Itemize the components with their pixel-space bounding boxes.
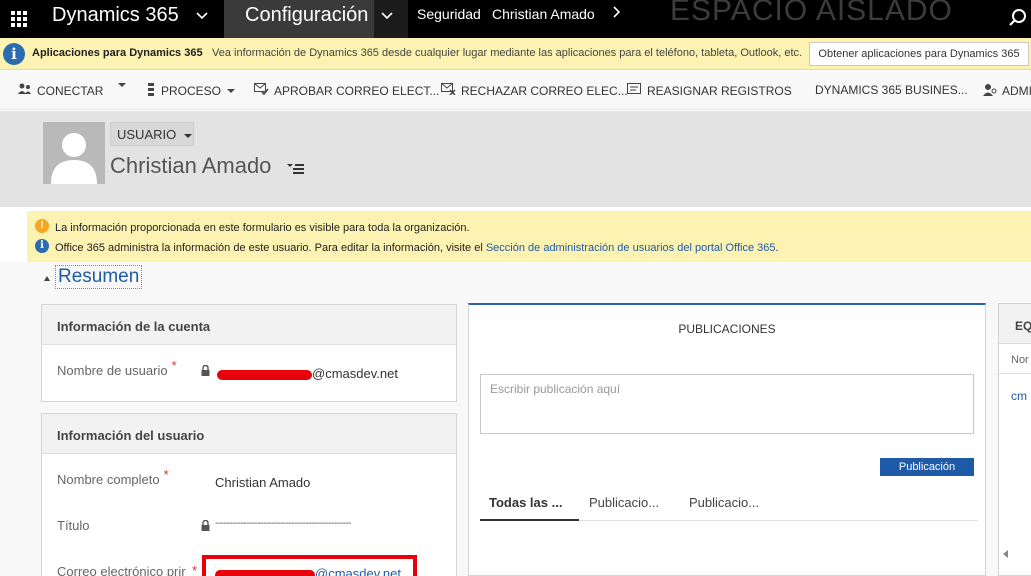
command-bar: CONECTAR PROCESO APROBAR CORREO ELECT...… bbox=[0, 71, 1031, 110]
lock-icon bbox=[201, 519, 210, 531]
get-apps-button[interactable]: Obtener aplicaciones para Dynamics 365 bbox=[809, 42, 1029, 66]
email-value[interactable]: @cmasdev.net bbox=[215, 566, 401, 576]
posts-panel: PUBLICACIONES Publicación Todas las ... … bbox=[468, 303, 986, 576]
info-icon: i bbox=[3, 43, 25, 65]
tab-all-posts[interactable]: Todas las ... bbox=[489, 495, 562, 510]
post-input[interactable] bbox=[480, 374, 974, 434]
breadcrumb-record[interactable]: Christian Amado bbox=[492, 6, 595, 22]
entity-label: USUARIO bbox=[117, 127, 177, 142]
redaction-mark bbox=[215, 569, 315, 576]
chevron-down-icon bbox=[183, 133, 192, 138]
apps-banner: i Aplicaciones para Dynamics 365 Vea inf… bbox=[0, 38, 1031, 70]
info-notification-text: Office 365 administra la información de … bbox=[55, 242, 486, 254]
section-title[interactable]: Resumen bbox=[55, 265, 143, 289]
required-indicator: * bbox=[192, 563, 198, 576]
team-column-header[interactable]: Nor bbox=[1011, 354, 1029, 366]
posts-title: PUBLICACIONES bbox=[678, 322, 776, 336]
scroll-left-icon[interactable] bbox=[1003, 550, 1008, 558]
username-domain: @cmasdev.net bbox=[312, 366, 398, 381]
account-info-header: Información de la cuenta bbox=[42, 305, 456, 345]
office365-admin-link[interactable]: Sección de administración de usuarios de… bbox=[486, 242, 776, 254]
team-panel-title: EQ bbox=[1015, 319, 1031, 333]
reject-email-icon bbox=[441, 83, 456, 98]
warning-notification: La información proporcionada en este for… bbox=[55, 222, 470, 234]
form-selector-icon[interactable] bbox=[287, 162, 305, 176]
redaction-mark bbox=[217, 369, 312, 380]
process-button[interactable]: PROCESO bbox=[146, 83, 236, 99]
record-header: USUARIO Christian Amado bbox=[0, 111, 1031, 207]
entity-selector[interactable]: USUARIO bbox=[110, 122, 194, 146]
approve-email-button[interactable]: APROBAR CORREO ELECT... bbox=[254, 83, 439, 98]
search-icon[interactable] bbox=[1008, 8, 1028, 28]
record-title: Christian Amado bbox=[110, 153, 272, 178]
fullname-label-text: Nombre completo bbox=[57, 472, 160, 487]
connect-icon bbox=[18, 83, 32, 98]
collapse-section-icon[interactable] bbox=[44, 276, 50, 281]
admin-icon bbox=[983, 83, 997, 99]
approve-email-label: APROBAR CORREO ELECT... bbox=[274, 83, 440, 98]
chevron-down-icon bbox=[118, 83, 126, 87]
reassign-icon bbox=[627, 83, 642, 98]
apps-banner-title: Aplicaciones para Dynamics 365 bbox=[32, 47, 203, 59]
email-label-text: Correo electrónico prir bbox=[57, 564, 186, 576]
process-label: PROCESO bbox=[161, 84, 222, 98]
sandbox-watermark: ESPACIO AISLADO bbox=[670, 0, 953, 27]
warning-icon: ! bbox=[35, 219, 49, 233]
job-title-label: Título bbox=[57, 518, 90, 533]
admin-button[interactable]: ADMI bbox=[983, 83, 1031, 99]
chevron-down-icon bbox=[227, 89, 236, 93]
username-label-text: Nombre de usuario bbox=[57, 363, 168, 378]
fullname-label: Nombre completo * bbox=[57, 467, 169, 487]
email-label: Correo electrónico prir bbox=[57, 564, 197, 576]
username-value[interactable]: @cmasdev.net bbox=[217, 366, 398, 381]
username-label: Nombre de usuario * bbox=[57, 358, 177, 378]
user-info-title: Información del usuario bbox=[57, 428, 205, 443]
app-launcher-icon[interactable] bbox=[0, 0, 38, 38]
connect-menu-button[interactable] bbox=[112, 83, 126, 87]
user-info-header: Información del usuario bbox=[42, 414, 456, 454]
apps-banner-text: Vea información de Dynamics 365 desde cu… bbox=[212, 47, 803, 59]
approve-email-icon bbox=[254, 83, 269, 98]
avatar[interactable] bbox=[43, 122, 105, 184]
reject-email-label: RECHAZAR CORREO ELEC... bbox=[461, 83, 628, 98]
chevron-right-icon[interactable] bbox=[611, 5, 621, 23]
chevron-down-icon[interactable] bbox=[196, 8, 208, 24]
lock-icon bbox=[201, 364, 210, 376]
active-tab-indicator bbox=[480, 519, 579, 521]
account-info-title: Información de la cuenta bbox=[57, 319, 211, 334]
dynamics-business-label: DYNAMICS 365 BUSINES... bbox=[815, 83, 968, 97]
reassign-label: REASIGNAR REGISTROS bbox=[647, 83, 792, 98]
info-icon: i bbox=[35, 239, 49, 253]
team-panel: EQ Nor cm bbox=[998, 303, 1031, 576]
reassign-records-button[interactable]: REASIGNAR REGISTROS bbox=[627, 83, 792, 98]
job-title-value[interactable]: ----------------------------------------… bbox=[215, 518, 351, 529]
admin-label: ADMI bbox=[1002, 84, 1031, 98]
tab-posts-1[interactable]: Publicacio... bbox=[589, 495, 659, 510]
connect-label: CONECTAR bbox=[37, 83, 104, 98]
info-notification: Office 365 administra la información de … bbox=[55, 242, 779, 254]
area-label[interactable]: Configuración bbox=[245, 4, 368, 27]
account-info-panel: Información de la cuenta Nombre de usuar… bbox=[41, 304, 457, 402]
connect-button[interactable]: CONECTAR bbox=[18, 83, 103, 98]
email-domain: @cmasdev.net bbox=[315, 566, 401, 576]
tab-posts-2[interactable]: Publicacio... bbox=[689, 495, 759, 510]
top-navigation-bar: Dynamics 365 Configuración Seguridad Chr… bbox=[0, 0, 1031, 38]
team-row-link[interactable]: cm bbox=[1011, 389, 1027, 403]
user-info-panel: Información del usuario Nombre completo *… bbox=[41, 413, 457, 576]
chevron-down-icon[interactable] bbox=[381, 8, 393, 24]
required-indicator: * bbox=[163, 467, 169, 482]
dynamics-business-button[interactable]: DYNAMICS 365 BUSINES... bbox=[815, 83, 968, 97]
reject-email-button[interactable]: RECHAZAR CORREO ELEC... bbox=[441, 83, 628, 98]
info-notification-end: . bbox=[775, 242, 779, 254]
process-icon bbox=[146, 83, 156, 99]
post-button[interactable]: Publicación bbox=[880, 458, 974, 476]
app-title[interactable]: Dynamics 365 bbox=[52, 4, 179, 27]
breadcrumb-security[interactable]: Seguridad bbox=[417, 6, 481, 22]
required-indicator: * bbox=[171, 358, 177, 373]
fullname-value[interactable]: Christian Amado bbox=[215, 475, 310, 490]
form-notifications: ! La información proporcionada en este f… bbox=[27, 211, 1031, 262]
